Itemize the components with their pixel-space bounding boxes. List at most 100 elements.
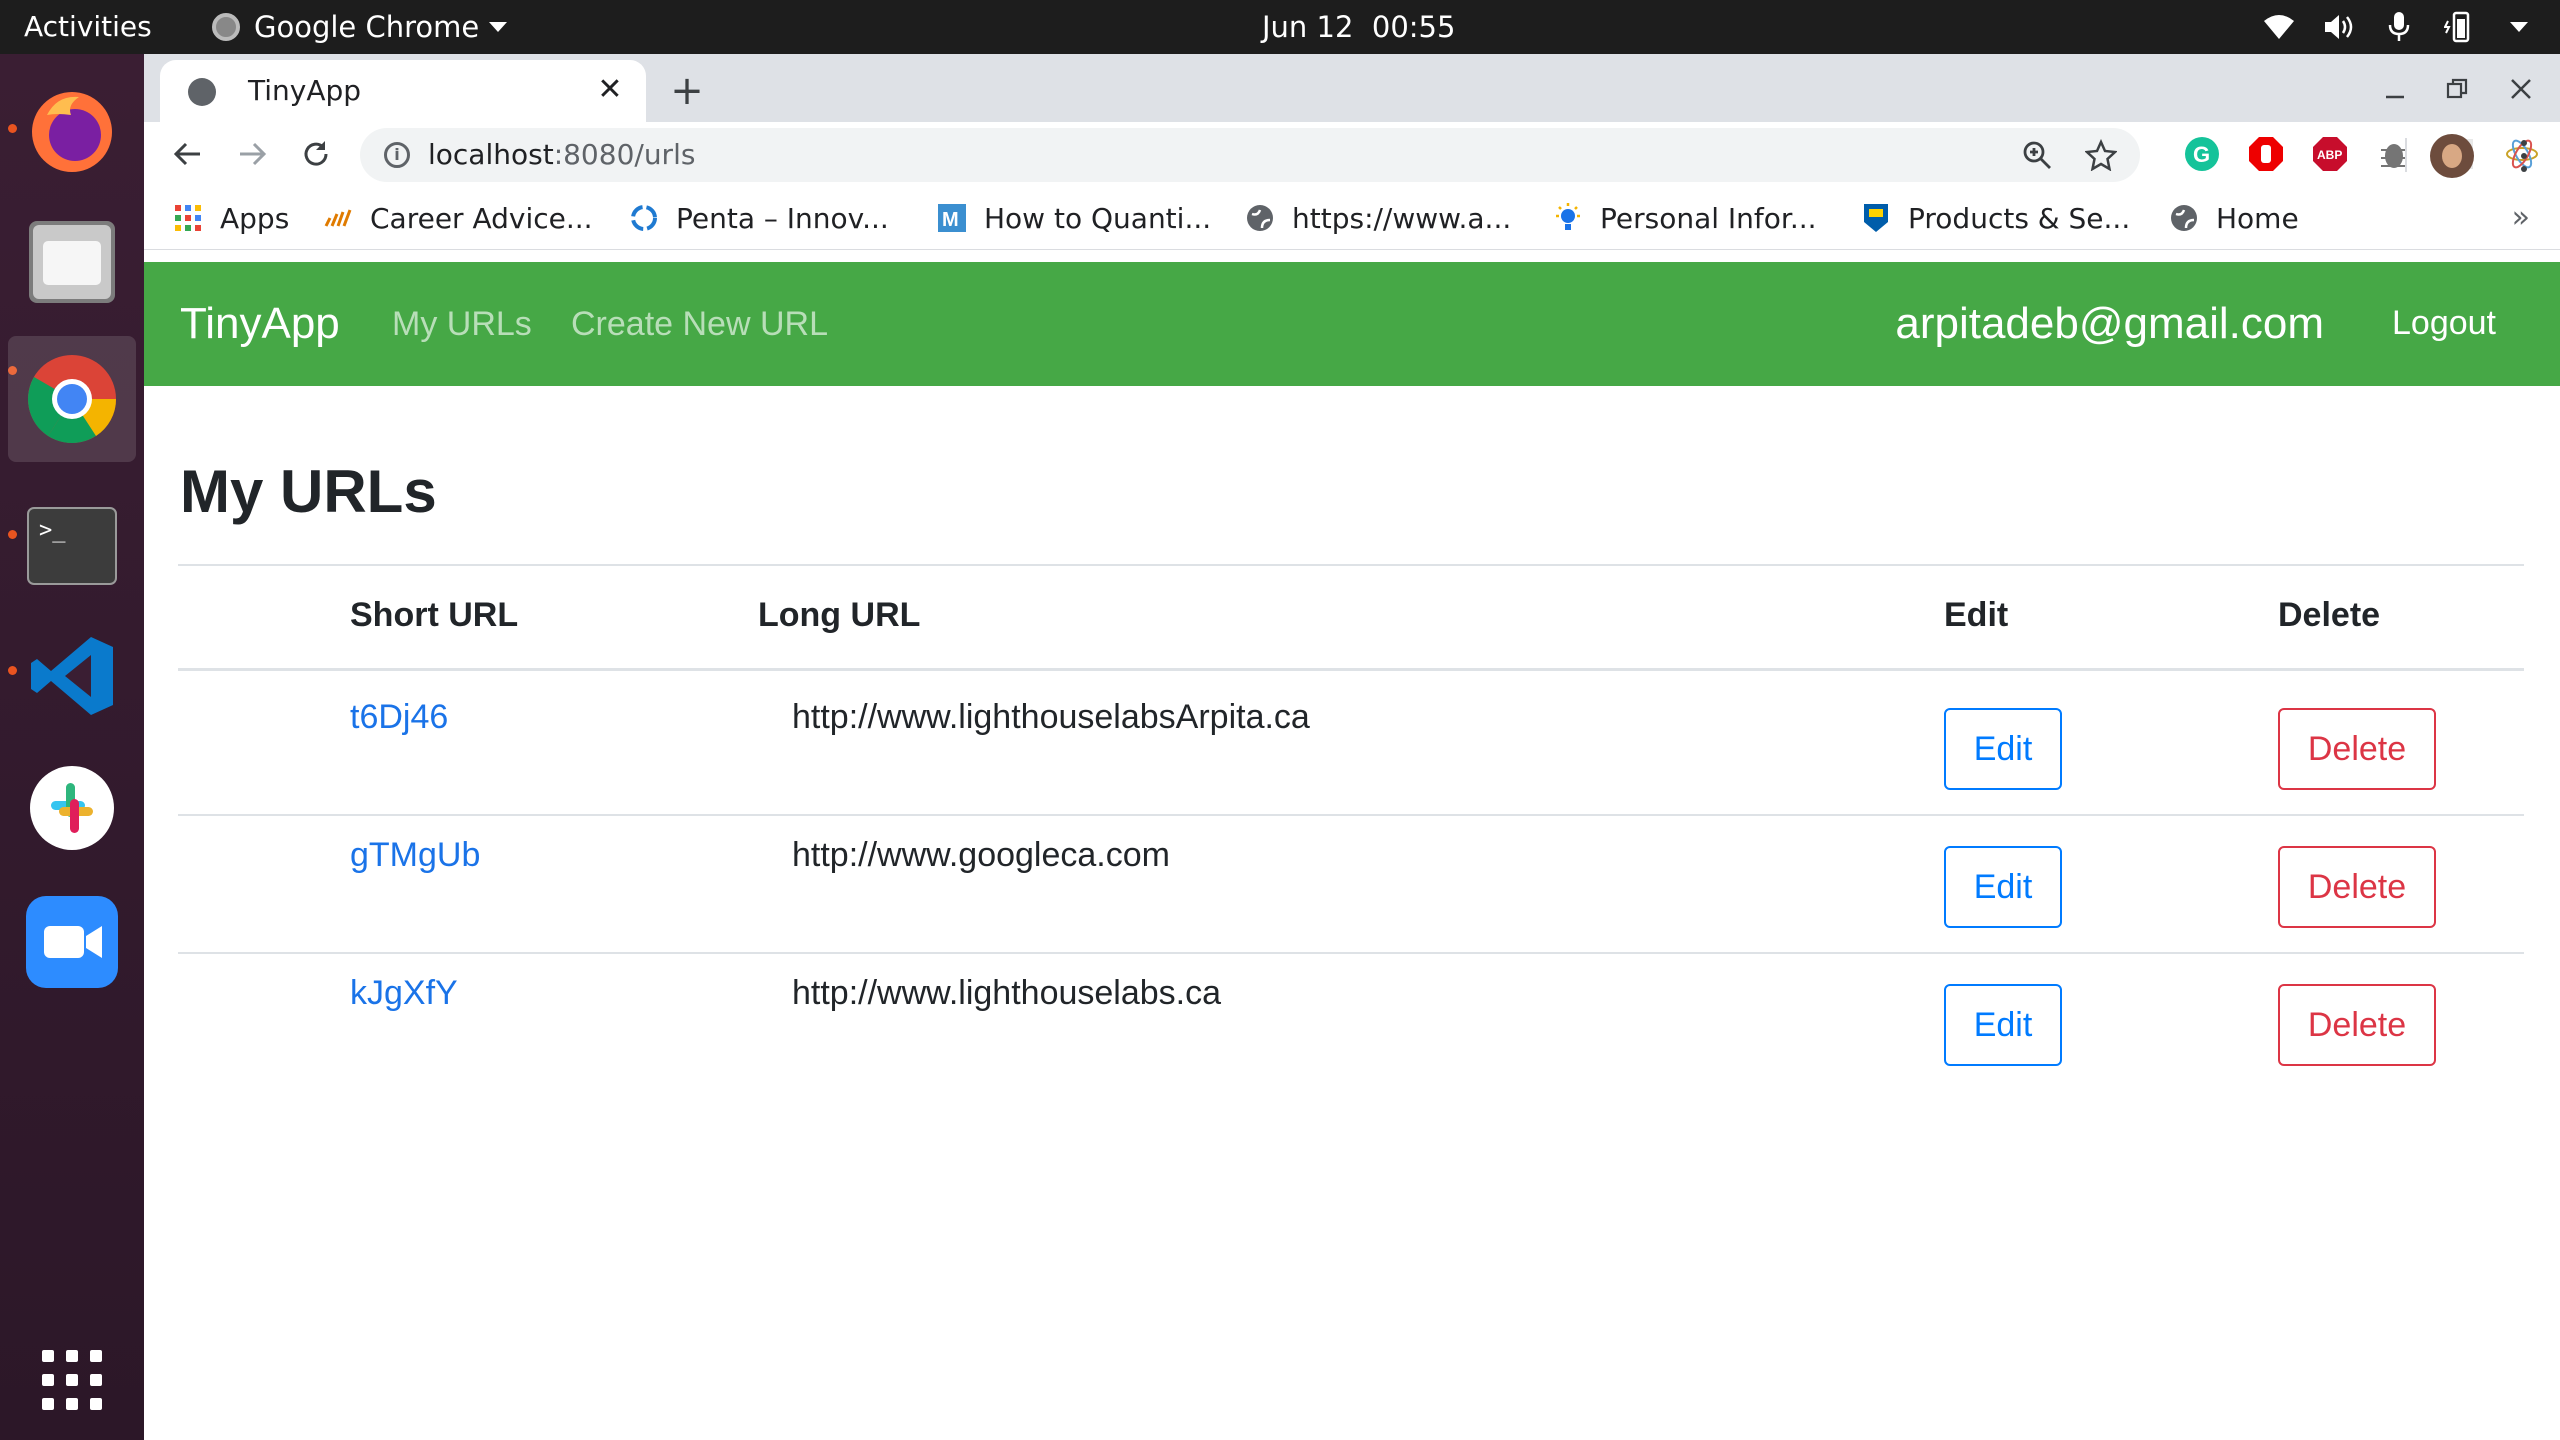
wifi-icon[interactable] [2262,10,2296,44]
short-url-link[interactable]: gTMgUb [350,836,480,875]
bookmark-label: Career Advice... [370,201,593,235]
penta-icon [630,204,658,232]
row-divider [178,814,2524,816]
app-grid-icon[interactable] [24,1332,120,1428]
bulb-icon [1554,203,1582,232]
files-icon[interactable] [24,214,120,310]
url-host: localhost [428,138,554,171]
bookmark-penta[interactable]: Penta – Innov... [630,186,889,250]
table-top-border [178,564,2524,566]
apps-grid-icon [174,204,202,232]
profile-avatar[interactable] [2430,134,2474,178]
delete-button[interactable]: Delete [2278,984,2436,1066]
vscode-icon[interactable] [24,628,120,724]
nav-create-new-url[interactable]: Create New URL [571,262,828,386]
bookmark-home[interactable]: Home [2170,186,2299,250]
terminal-icon[interactable]: >_ [24,498,120,594]
back-arrow-icon[interactable] [164,130,212,178]
system-top-bar: Activities Google Chrome Jun 12 00:55 [0,0,2560,54]
zoom-icon[interactable] [24,894,120,990]
th-edit: Edit [1944,596,2009,634]
clock[interactable]: Jun 12 00:55 [1262,0,1455,54]
medium-icon: M [938,204,966,232]
delete-button[interactable]: Delete [2278,708,2436,790]
adblock-hand-extension-icon[interactable] [2246,134,2286,174]
table-header-border [178,668,2524,671]
tab-tinyapp[interactable]: TinyApp ✕ [160,60,646,122]
address-text[interactable]: localhost:8080/urls [428,128,695,182]
bookmark-label: Home [2216,201,2299,235]
zoom-magnifier-icon[interactable] [2018,136,2056,174]
minimize-icon[interactable] [2370,64,2420,114]
tab-close-icon[interactable]: ✕ [590,70,630,110]
bookmark-apps[interactable]: Apps [174,186,289,250]
firefox-icon[interactable] [24,82,120,178]
battery-icon[interactable] [2442,10,2476,44]
edit-button[interactable]: Edit [1944,846,2062,928]
bookmark-label: Apps [220,201,290,235]
system-tray[interactable] [2262,0,2536,54]
firefox-running-indicator [8,124,17,133]
th-short-url: Short URL [350,596,519,634]
bookmark-star-icon[interactable] [2082,136,2120,174]
app-navbar: TinyApp My URLs Create New URL arpitadeb… [144,262,2560,386]
dock: >_ [0,54,144,1440]
svg-text:>_: >_ [39,518,66,543]
bookmark-label: Personal Infor... [1600,201,1817,235]
activities-button[interactable]: Activities [24,0,152,54]
app-menu[interactable]: Google Chrome [212,0,508,54]
globe-icon [2170,204,2198,232]
reload-icon[interactable] [292,130,340,178]
edit-button[interactable]: Edit [1944,708,2062,790]
row-divider [178,952,2524,954]
long-url: http://www.lighthouselabsArpita.ca [792,698,1310,736]
app-menu-label: Google Chrome [254,10,480,44]
globe-icon [1246,204,1274,232]
nav-my-urls[interactable]: My URLs [392,262,532,386]
volume-icon[interactable] [2322,10,2356,44]
rbc-icon [1862,204,1890,232]
system-menu-chevron-icon[interactable] [2502,10,2536,44]
logout-button[interactable]: Logout [2392,262,2496,384]
restore-icon[interactable] [2432,64,2482,114]
abp-extension-icon[interactable]: ABP [2310,134,2350,174]
close-window-icon[interactable] [2496,64,2546,114]
bookmark-products-services[interactable]: Products & Se... [1862,186,2130,250]
microphone-icon[interactable] [2382,10,2416,44]
chrome-small-icon [212,13,240,41]
th-long-url: Long URL [758,596,921,634]
career-icon [324,204,352,232]
bookmark-how-to-quantify[interactable]: M How to Quanti... [938,186,1211,250]
vscode-running-indicator [8,666,17,675]
bookmark-career-advice[interactable]: Career Advice... [324,186,593,250]
delete-button[interactable]: Delete [2278,846,2436,928]
tab-strip: TinyApp ✕ + [144,54,2560,122]
avatar-face [2442,144,2462,168]
new-tab-button[interactable]: + [662,66,712,116]
url-path: :8080/urls [553,138,696,171]
bug-extension-icon[interactable] [2374,134,2414,174]
toolbar-divider [2405,138,2407,172]
terminal-running-indicator [8,530,17,539]
slack-icon[interactable] [24,760,120,856]
browser-menu-icon[interactable] [2514,136,2534,176]
bookmarks-overflow-icon[interactable]: » [2512,186,2530,250]
forward-arrow-icon[interactable] [228,130,276,178]
page-content: TinyApp My URLs Create New URL arpitadeb… [144,262,2560,1440]
chevron-down-icon [489,22,508,32]
short-url-link[interactable]: t6Dj46 [350,698,448,737]
short-url-link[interactable]: kJgXfY [350,974,458,1013]
edit-button[interactable]: Edit [1944,984,2062,1066]
app-brand-link[interactable]: TinyApp [180,262,340,386]
grammarly-extension-icon[interactable]: G [2182,134,2222,174]
bookmark-label: Products & Se... [1908,201,2131,235]
bookmark-personal-info[interactable]: Personal Infor... [1554,186,1817,250]
tab-title: TinyApp [248,74,362,107]
site-info-icon[interactable]: i [384,142,410,168]
page-title: My URLs [180,458,437,525]
globe-favicon-icon [188,78,216,106]
bookmark-https-www-a[interactable]: https://www.a... [1246,186,1511,250]
bookmark-label: How to Quanti... [984,201,1212,235]
address-bar[interactable]: i localhost:8080/urls [360,128,2140,182]
chrome-icon[interactable] [8,336,136,462]
